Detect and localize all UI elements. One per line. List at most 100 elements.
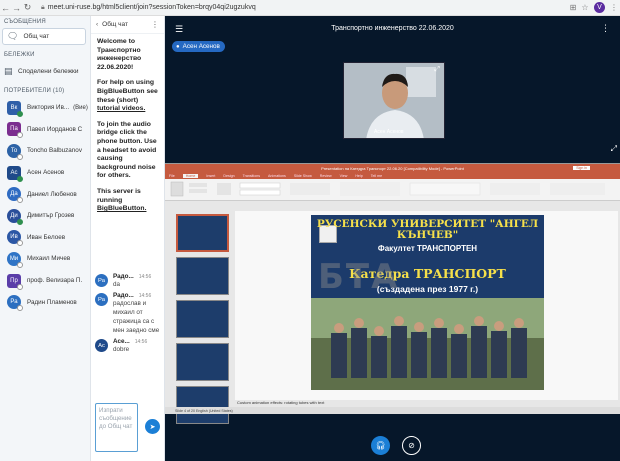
mic-status-icon	[17, 197, 23, 204]
url-text: meet.uni-ruse.bg/html5client/join?sessio…	[47, 3, 256, 11]
user-list-item[interactable]: Ди Димитър Грозев	[0, 205, 90, 227]
mic-status-icon	[17, 132, 23, 139]
ppt-tab: Help	[355, 173, 363, 178]
user-list: Вк Виктория Ив... (Вие) Па Павел Йорданов С.…	[0, 97, 90, 313]
ppt-tab: Tell me	[370, 173, 383, 178]
slide-thumbnail	[176, 214, 229, 252]
welcome-title: Транспортно инженерство 22.06.2020!	[97, 46, 142, 71]
ppt-tab: File	[169, 173, 175, 178]
presenter-badge: ● Асен Асенов	[172, 41, 225, 52]
user-name: Даниел Любенов	[27, 190, 77, 198]
reload-icon[interactable]: ↻	[22, 2, 33, 13]
user-list-item[interactable]: Ми Михаил Мичев	[0, 248, 90, 270]
message-sender: Асе...	[113, 338, 130, 345]
bbb-link[interactable]: BigBlueButton.	[97, 205, 146, 212]
share-webcam-button[interactable]: ⊘	[402, 436, 421, 455]
chevron-left-icon[interactable]: ‹	[96, 21, 98, 28]
group-photo	[311, 298, 544, 390]
translate-icon[interactable]: ⊞	[567, 3, 579, 12]
ppt-titlebar: Presentation на Катедра Транспорт 22.06.…	[165, 164, 620, 172]
users-section-title: ПОТРЕБИТЕЛИ (10)	[4, 88, 65, 94]
chat-panel: ‹ Общ чат ⋮ Welcome to Транспортно инжене…	[91, 16, 165, 461]
message-time: 14:56	[138, 274, 152, 280]
message-text: радослав и михаил от стражица са с мен з…	[113, 300, 160, 334]
welcome-line: Welcome to	[97, 38, 136, 45]
chat-options-icon[interactable]: ⋮	[151, 20, 159, 29]
forward-arrow-icon[interactable]: →	[11, 3, 22, 13]
send-button[interactable]: ➤	[145, 419, 160, 434]
public-chat-link[interactable]: 🗨︎ Общ чат	[2, 28, 86, 45]
message-text: dobre	[113, 346, 130, 353]
user-avatar: Ив	[7, 230, 23, 247]
chat-message: Ра Радо... 14:56 радослав и михаил от страж…	[95, 292, 163, 335]
headphones-icon: 🎧︎	[375, 441, 386, 450]
expand-icon[interactable]: ⤢	[434, 66, 440, 74]
mic-status-icon	[17, 240, 23, 247]
user-name: проф. Велизара П...	[27, 277, 82, 285]
address-bar[interactable]: 🔒︎ meet.uni-ruse.bg/html5client/join?sess…	[41, 4, 567, 12]
profile-avatar[interactable]: V	[594, 2, 605, 13]
audio-help-text: To join the audio bridge click the phone…	[97, 120, 157, 180]
slide-thumbnail	[176, 300, 229, 338]
chat-message: Ра Радо... 14:56 da	[95, 273, 163, 289]
message-avatar: Ра	[95, 274, 108, 287]
shared-screen: Presentation на Катедра Транспорт 22.06.…	[165, 163, 620, 424]
user-list-item[interactable]: Ив Иван Белоев	[0, 227, 90, 249]
meeting-title: Транспортно инженерство 22.06.2020	[331, 25, 454, 32]
ppt-tab: Insert	[206, 173, 216, 178]
notes-icon: ▤	[4, 65, 13, 76]
ppt-tab: Slide Show	[293, 173, 312, 178]
shared-notes-link[interactable]: ▤ Споделени бележки	[4, 63, 86, 79]
ppt-ribbon-tabs: File Home Insert Design Transitions Animation…	[165, 172, 620, 179]
watermark: БТА	[318, 257, 400, 297]
webcam-video[interactable]: Асен Асенов ⤢	[343, 62, 445, 139]
user-avatar: Ди	[7, 208, 23, 225]
options-menu-icon[interactable]: ⋮	[601, 23, 610, 34]
webcam-person-image	[344, 63, 444, 138]
ppt-tab: Review	[319, 173, 332, 178]
user-avatar: Ра	[7, 295, 23, 312]
mic-status-icon	[17, 261, 23, 268]
current-slide: РУСЕНСКИ УНИВЕРСИТЕТ "АНГЕЛ КЪНЧЕВ" Факу…	[311, 215, 544, 390]
user-list-item[interactable]: Да Даниел Любенов	[0, 183, 90, 205]
back-arrow-icon[interactable]: ←	[0, 3, 11, 13]
fullscreen-icon[interactable]: ⤢	[611, 144, 617, 154]
user-avatar: Пр	[7, 273, 23, 290]
ppt-tab: Home	[182, 173, 199, 178]
audio-button[interactable]: 🎧︎	[371, 436, 390, 455]
mic-status-icon	[17, 175, 23, 182]
mic-status-icon	[17, 305, 23, 312]
user-avatar: To	[7, 143, 23, 160]
user-name: Радин Пламенов	[27, 298, 77, 306]
message-header: Асе... 14:56	[113, 338, 147, 345]
browser-menu-icon[interactable]: ⋮	[608, 3, 620, 12]
user-name: Асен Асенов	[27, 169, 65, 177]
user-icon: ●	[176, 43, 180, 50]
user-list-panel: СЪОБЩЕНИЯ 🗨︎ Общ чат БЕЛЕЖКИ ▤ Споделени…	[0, 16, 91, 461]
star-icon[interactable]: ☆	[579, 3, 591, 12]
slide-university: РУСЕНСКИ УНИВЕРСИТЕТ "АНГЕЛ КЪНЧЕВ"	[316, 218, 539, 241]
user-name: Михаил Мичев	[27, 255, 71, 263]
chat-bubble-icon: 🗨︎	[7, 31, 19, 41]
user-avatar: Ми	[7, 251, 23, 268]
user-list-item[interactable]: Ра Радин Пламенов	[0, 291, 90, 313]
slide-thumbnail	[176, 386, 229, 424]
ppt-tab: Transitions	[242, 173, 261, 178]
user-list-item[interactable]: Ас Асен Асенов	[0, 162, 90, 184]
message-time: 14:56	[134, 339, 148, 345]
user-avatar: Вк	[7, 100, 23, 117]
user-name: Toncho Balbuzanov	[27, 147, 82, 155]
user-name: Иван Белоев	[27, 233, 66, 241]
webcam-label: Асен Асенов	[374, 129, 404, 135]
message-list: Ра Радо... 14:56 da Ра Радо... 14:56 радослав и…	[91, 270, 165, 354]
help-text: For help on using BigBlueButton see thes…	[97, 79, 158, 104]
user-list-item[interactable]: Па Павел Йорданов С...	[0, 119, 90, 141]
mic-status-icon	[17, 110, 23, 117]
user-list-item[interactable]: Вк Виктория Ив... (Вие)	[0, 97, 90, 119]
chat-message-input[interactable]: Изпрати съобщение до Общ чат	[95, 403, 138, 452]
ppt-tab: View	[339, 173, 348, 178]
browser-toolbar: ← → ↻ 🔒︎ meet.uni-ruse.bg/html5client/joi…	[0, 0, 620, 16]
user-list-item[interactable]: To Toncho Balbuzanov	[0, 140, 90, 162]
user-list-item[interactable]: Пр проф. Велизара П...	[0, 270, 90, 292]
tutorial-link[interactable]: tutorial videos.	[97, 105, 145, 112]
